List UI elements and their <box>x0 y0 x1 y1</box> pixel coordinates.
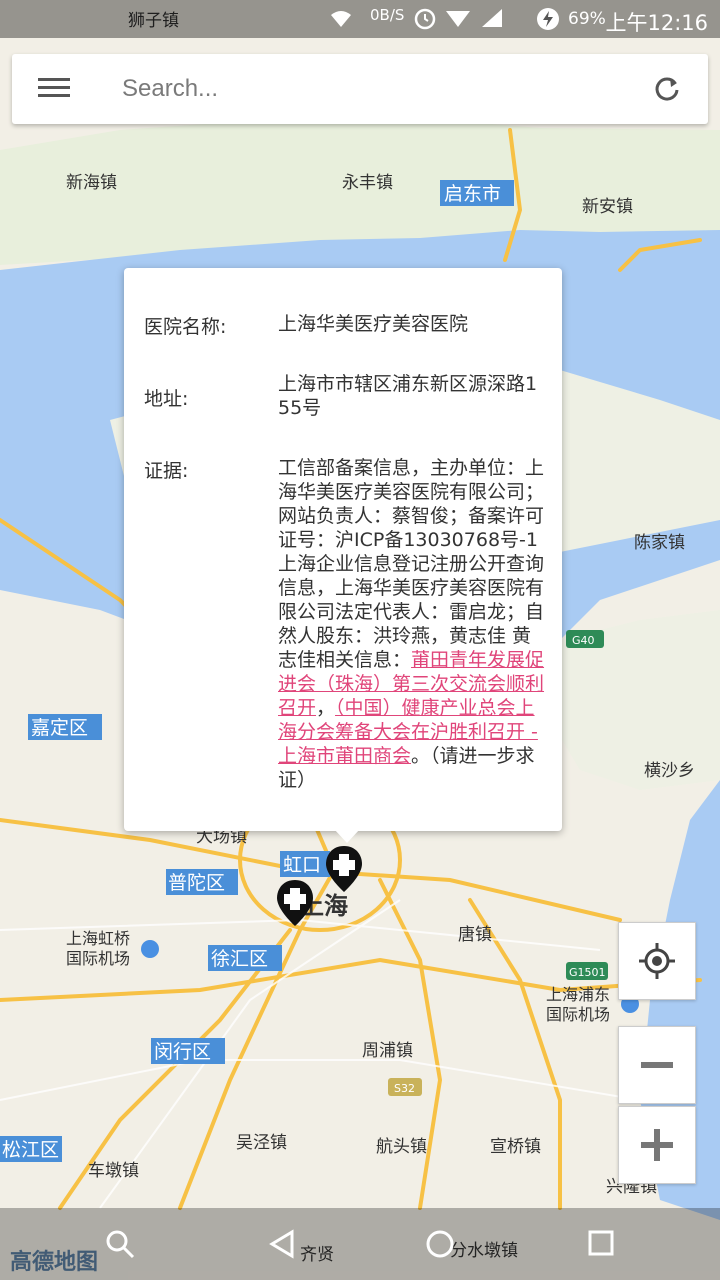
district-label-hongkou: 虹口 <box>283 854 321 876</box>
evidence-value: 工信部备案信息，主办单位：上海华美医疗美容医院有限公司；网站负责人：蔡智俊；备案… <box>278 456 548 792</box>
name-label: 医院名称: <box>144 316 227 338</box>
evidence-label: 证据: <box>144 460 189 482</box>
hongqiao-line1: 上海虹桥 <box>66 929 130 948</box>
battery-saver-icon <box>537 8 559 30</box>
back-icon[interactable] <box>266 1228 298 1260</box>
search-icon[interactable] <box>104 1228 136 1260</box>
map-label-wujing: 吴泾镇 <box>236 1133 287 1153</box>
signal-icon <box>482 9 502 27</box>
map-label-yongfeng: 永丰镇 <box>342 173 393 193</box>
district-label-jiading: 嘉定区 <box>31 717 88 739</box>
airport-icon-hongqiao <box>141 940 159 958</box>
popup-tail <box>334 829 360 843</box>
district-label-qidong: 启东市 <box>444 183 501 205</box>
crosshair-icon <box>639 943 675 979</box>
zoom-out-button[interactable] <box>618 1026 696 1104</box>
road-shield-g1501: G1501 <box>569 966 606 979</box>
map-label-hangtou: 航头镇 <box>376 1137 427 1157</box>
signal-full-icon <box>446 11 470 27</box>
battery-percent: 69% <box>568 9 606 29</box>
map-label-xuanqiao: 宣桥镇 <box>490 1137 541 1157</box>
minus-icon <box>641 1062 673 1068</box>
district-label-putuo: 普陀区 <box>168 872 225 894</box>
road-shield-s32: S32 <box>394 1082 415 1095</box>
plus-icon <box>641 1129 673 1161</box>
road-shield-g40: G40 <box>572 634 595 647</box>
alarm-icon <box>414 8 436 30</box>
hamburger-icon-line <box>38 78 70 81</box>
map-label-chedun: 车墩镇 <box>88 1161 139 1181</box>
status-bar: 0B/S 69% 上午12:16 <box>0 0 720 38</box>
map-label-hengsha: 横沙乡 <box>644 761 695 781</box>
hongqiao-line2: 国际机场 <box>66 949 130 968</box>
district-label-songjiang: 松江区 <box>2 1139 59 1161</box>
recents-icon[interactable] <box>586 1228 616 1258</box>
evidence-text-1: 工信部备案信息，主办单位：上海华美医疗美容医院有限公司；网站负责人：蔡智俊；备案… <box>278 457 545 671</box>
evidence-separator: ， <box>316 697 336 719</box>
hamburger-icon-line <box>38 86 70 89</box>
search-bar <box>12 54 708 124</box>
wifi-icon <box>331 11 351 27</box>
name-value: 上海华美医疗美容医院 <box>278 313 469 335</box>
network-speed: 0B/S <box>370 6 405 24</box>
address-value: 上海市市辖区浦东新区源深路155号 <box>278 373 538 419</box>
my-location-button[interactable] <box>618 922 696 1000</box>
map-label-hongqiao-airport: 上海虹桥国际机场 <box>66 929 130 968</box>
map-label-chenjia: 陈家镇 <box>634 533 685 553</box>
zoom-in-button[interactable] <box>618 1106 696 1184</box>
district-label-xuhui: 徐汇区 <box>211 948 268 970</box>
menu-button[interactable] <box>38 74 70 104</box>
map-label-zhoupu: 周浦镇 <box>362 1041 413 1061</box>
district-label-minhang: 闵行区 <box>154 1041 211 1063</box>
home-icon[interactable] <box>424 1228 456 1260</box>
address-label: 地址: <box>144 388 189 410</box>
pudong-line1: 上海浦东 <box>546 985 610 1004</box>
hospital-info-popup: 医院名称: 上海华美医疗美容医院 地址: 上海市市辖区浦东新区源深路155号 证… <box>124 268 562 831</box>
hamburger-icon-line <box>38 94 70 97</box>
map-label-tang: 唐镇 <box>458 924 492 945</box>
map-label-pudong-airport: 上海浦东国际机场 <box>546 985 610 1024</box>
map-label-xinhai: 新海镇 <box>66 173 117 193</box>
navigation-bar <box>0 1208 720 1280</box>
search-input[interactable] <box>120 68 624 110</box>
map-label-xinan: 新安镇 <box>582 197 633 217</box>
pudong-line2: 国际机场 <box>546 1005 610 1024</box>
refresh-icon[interactable] <box>652 74 682 104</box>
clock: 上午12:16 <box>605 11 708 35</box>
